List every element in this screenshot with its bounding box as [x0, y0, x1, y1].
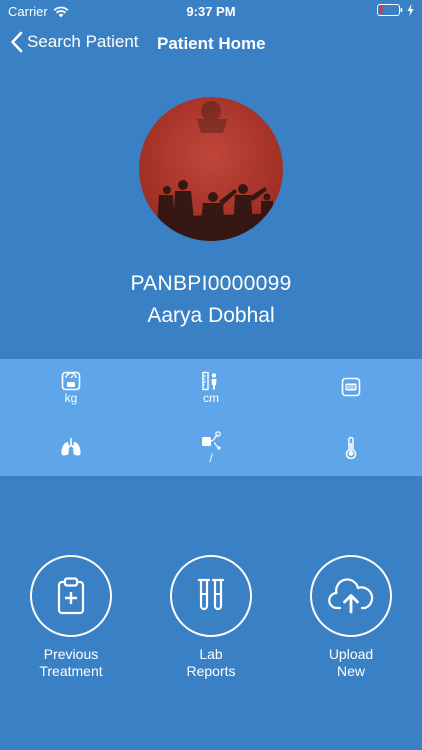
- patient-avatar[interactable]: [139, 97, 283, 241]
- weight-unit: kg: [64, 391, 78, 405]
- blood-pressure-icon: [202, 431, 221, 450]
- upload-new-label: Upload New: [328, 646, 374, 679]
- lab-reports-circle: [170, 555, 252, 637]
- vital-respiration[interactable]: [1, 437, 141, 457]
- upload-new-button[interactable]: Upload New: [281, 555, 421, 680]
- lab-reports-label: Lab Reports: [186, 646, 236, 679]
- previous-treatment-label: Previous Treatment: [39, 646, 103, 679]
- nav-bar: Search Patient Patient Home: [0, 22, 422, 66]
- patient-name: Aarya Dobhal: [147, 304, 275, 327]
- height-icon: [202, 371, 217, 391]
- patient-home-screen: Carrier 9:37 PM Search Patient Patient H…: [0, 0, 422, 750]
- svg-text:BMI: BMI: [346, 385, 356, 391]
- cloud-upload-icon: [328, 578, 374, 614]
- previous-treatment-button[interactable]: Previous Treatment: [1, 555, 141, 680]
- weight-scale-icon: [61, 371, 81, 391]
- bmi-scale-icon: BMI: [341, 377, 361, 397]
- patient-id: PANBPI0000099: [130, 272, 292, 295]
- status-time: 9:37 PM: [186, 4, 236, 19]
- height-unit: cm: [203, 391, 219, 405]
- upload-new-circle: [310, 555, 392, 637]
- back-button[interactable]: Search Patient: [10, 31, 139, 53]
- status-right: [377, 4, 414, 16]
- charging-bolt-icon: [407, 4, 414, 16]
- test-tubes-icon: [197, 578, 225, 611]
- previous-treatment-circle: [30, 555, 112, 637]
- vital-weight[interactable]: kg: [1, 371, 141, 405]
- lab-reports-button[interactable]: Lab Reports: [141, 555, 281, 680]
- page-title: Patient Home: [157, 34, 266, 53]
- status-bar: Carrier 9:37 PM: [0, 0, 422, 22]
- vital-bmi[interactable]: BMI: [281, 377, 421, 397]
- lungs-icon: [61, 438, 81, 456]
- vital-height[interactable]: cm: [141, 371, 281, 405]
- chevron-left-icon: [11, 31, 23, 53]
- blood-pressure-unit: /: [209, 451, 213, 465]
- vitals-panel: kg cm BMI /: [0, 359, 422, 476]
- vital-blood-pressure[interactable]: /: [141, 431, 281, 465]
- avatar-image: [139, 97, 283, 241]
- battery-icon: [377, 4, 403, 16]
- back-label: Search Patient: [27, 32, 139, 51]
- clipboard-plus-icon: [57, 577, 85, 615]
- vital-temperature[interactable]: [281, 437, 421, 459]
- thermometer-icon: [345, 437, 357, 459]
